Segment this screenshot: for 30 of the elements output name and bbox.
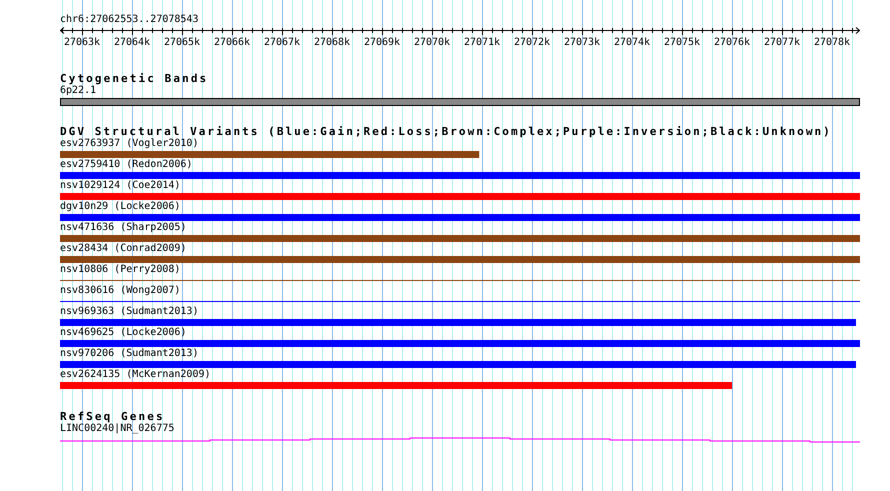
variant-label: esv2763937 (Vogler2010) (60, 138, 198, 150)
variant-label: esv2759410 (Redon2006) (60, 159, 192, 171)
variant-label: esv2624135 (McKernan2009) (60, 369, 211, 381)
variant-bar[interactable] (60, 319, 856, 326)
variant-label: esv28434 (Conrad2009) (60, 243, 186, 255)
variant-label: dgv10n29 (Locke2006) (60, 201, 180, 213)
gene-line[interactable] (60, 438, 860, 442)
variant-bar[interactable] (60, 193, 860, 200)
band-label: 6p22.1 (60, 85, 96, 97)
ruler-axis: 27063k 27064k 27065k 27066k 27067k 27068k 27069k 27070k 27071k 27072k 27073k 27074k 27075k 27076k 27077k 27078k (60, 26, 860, 50)
gene-label: LINC00240|NR_026775 (60, 423, 174, 435)
variant-bar[interactable] (60, 361, 856, 368)
variant-label: nsv830616 (Wong2007) (60, 285, 180, 297)
chromosome-location: chr6:27062553..27078543 (60, 14, 198, 26)
variant-label: nsv1029124 (Coe2014) (60, 180, 180, 192)
variant-bar[interactable] (60, 172, 860, 179)
variant-label: nsv10806 (Perry2008) (60, 264, 180, 276)
variant-bar[interactable] (60, 382, 732, 389)
track-title: RefSeq Genes (60, 410, 165, 423)
variant-bar[interactable] (60, 340, 860, 347)
variant-label: nsv970206 (Sudmant2013) (60, 348, 198, 360)
variant-bar[interactable] (60, 235, 860, 242)
track-title: Cytogenetic Bands (60, 72, 208, 85)
variant-bar[interactable] (60, 256, 860, 263)
variant-bar[interactable] (60, 151, 480, 158)
variant-label: nsv969363 (Sudmant2013) (60, 306, 198, 318)
variant-label: nsv469625 (Locke2006) (60, 327, 186, 339)
variant-label: nsv471636 (Sharp2005) (60, 222, 186, 234)
variant-bar[interactable] (60, 214, 860, 221)
track-title: DGV Structural Variants (Blue:Gain;Red:Loss;Brown:Complex;Purple:Inversion;Black:Unknown) (60, 125, 832, 138)
